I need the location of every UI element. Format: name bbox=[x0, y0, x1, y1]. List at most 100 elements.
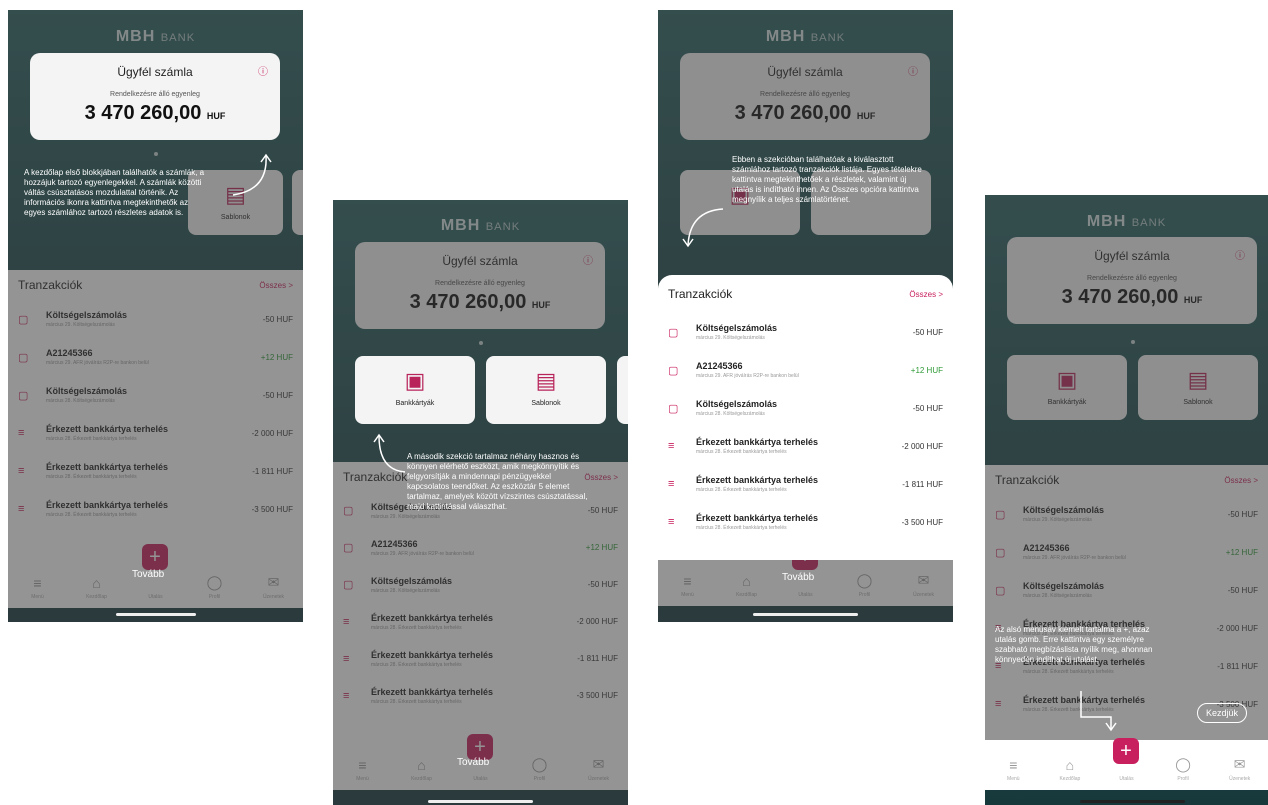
transaction-amount: -50 HUF bbox=[587, 580, 618, 589]
home-indicator bbox=[116, 613, 196, 616]
nav-item-profile[interactable]: ◯ Profil bbox=[1163, 756, 1203, 782]
transactions-header: Tranzakciók Összes > bbox=[8, 270, 303, 300]
transaction-row[interactable]: ≡ Érkezett bankkártya terhelés március 28.… bbox=[8, 414, 303, 452]
info-icon[interactable]: ⓘ bbox=[908, 63, 918, 78]
tile-bank-cards[interactable]: ▣ Bankkártyák bbox=[355, 356, 475, 424]
account-card[interactable]: ⓘ Ügyfél számla Rendelkezésre álló egyen… bbox=[30, 53, 280, 140]
profile-icon: ◯ bbox=[1175, 756, 1191, 772]
all-link[interactable]: Összes > bbox=[259, 281, 293, 290]
page-dot bbox=[479, 341, 483, 345]
messages-icon: ✉ bbox=[267, 574, 280, 590]
transaction-title: Érkezett bankkártya terhelés bbox=[46, 500, 169, 510]
nav-item-menu[interactable]: ≡ Menü bbox=[993, 757, 1033, 782]
tile-more[interactable] bbox=[617, 356, 628, 424]
transaction-title: Költségelszámolás bbox=[1023, 581, 1105, 591]
transaction-row[interactable]: ≡ Érkezett bankkártya terhelés március 28.… bbox=[658, 465, 953, 503]
transaction-row[interactable]: ▢ Költségelszámolás március 28. Költségels… bbox=[333, 566, 628, 603]
nav-item-profile[interactable]: ◯ Profil bbox=[520, 756, 560, 782]
transaction-row[interactable]: ▢ Költségelszámolás március 28. Költségels… bbox=[8, 376, 303, 414]
transaction-title: Költségelszámolás bbox=[696, 323, 778, 333]
transfer-fab[interactable]: + bbox=[142, 544, 168, 570]
nav-item-menu[interactable]: ≡ Menü bbox=[18, 575, 58, 600]
home-icon: ⌂ bbox=[92, 575, 101, 591]
transaction-title: Érkezett bankkártya terhelés bbox=[46, 424, 169, 434]
transaction-title: Érkezett bankkártya terhelés bbox=[371, 686, 494, 697]
transaction-amount: -2 000 HUF bbox=[1216, 623, 1258, 633]
transactions-panel: Tranzakciók Összes > ▢ Költségelszámolás má… bbox=[8, 270, 303, 570]
nav-item-home[interactable]: ⌂ Kezdőlap bbox=[402, 757, 442, 782]
home-icon: ⌂ bbox=[1065, 757, 1075, 773]
account-card[interactable]: ⓘ Ügyfél számla Rendelkezésre álló egyen… bbox=[1007, 237, 1257, 324]
transaction-row[interactable]: ▢ A21245366 március 29. AFR jóváírás R2P-r… bbox=[8, 338, 303, 376]
transaction-amount: +12 HUF bbox=[1225, 547, 1258, 557]
transaction-amount: -50 HUF bbox=[912, 327, 943, 337]
transaction-row[interactable]: ≡ Érkezett bankkártya terhelés március 28.… bbox=[8, 490, 303, 528]
nav-label: Kezdőlap bbox=[86, 594, 107, 600]
transaction-row[interactable]: ≡ Érkezett bankkártya terhelés március 28.… bbox=[658, 503, 953, 541]
messages-icon: ✉ bbox=[592, 756, 605, 772]
transaction-row[interactable]: ≡ Érkezett bankkártya terhelés március 28.… bbox=[333, 677, 628, 714]
transaction-row[interactable]: ▢ Költségelszámolás március 29. Költségels… bbox=[658, 313, 953, 351]
nav-item-home[interactable]: ⌂ Kezdőlap bbox=[77, 575, 117, 600]
account-card[interactable]: ⓘ Ügyfél számla Rendelkezésre álló egyen… bbox=[680, 53, 930, 140]
transaction-body: A21245366 március 29. AFR jóváírás R2P-re… bbox=[1023, 543, 1226, 561]
nav-item-profile[interactable]: ◯ Profil bbox=[195, 574, 235, 600]
card-charge-icon: ≡ bbox=[343, 615, 350, 628]
tile-templates[interactable]: ▤ Sablonok bbox=[486, 356, 606, 424]
start-button[interactable]: Kezdjük bbox=[1197, 703, 1248, 723]
info-icon[interactable]: ⓘ bbox=[583, 252, 593, 267]
transfer-fab[interactable]: + bbox=[1113, 738, 1139, 764]
hint-arrow bbox=[1080, 691, 1117, 732]
tile-bank-cards[interactable]: ▣ Bankkártyák bbox=[1007, 355, 1127, 420]
transaction-amount: -50 HUF bbox=[1227, 509, 1258, 519]
transaction-row[interactable]: ▢ A21245366 március 29. AFR jóváírás R2P-r… bbox=[658, 351, 953, 389]
transaction-row[interactable]: ≡ Érkezett bankkártya terhelés március 28.… bbox=[333, 603, 628, 640]
transaction-date: március 28. Érkezett bankkártya terhelés bbox=[696, 449, 787, 455]
tile-more[interactable] bbox=[292, 170, 303, 235]
account-card[interactable]: ⓘ Ügyfél számla Rendelkezésre álló egyen… bbox=[355, 242, 605, 329]
info-icon[interactable]: ⓘ bbox=[258, 63, 268, 78]
transaction-row[interactable]: ▢ Költségelszámolás március 29. Költségels… bbox=[985, 495, 1268, 533]
nav-item-home[interactable]: ⌂ Kezdőlap bbox=[727, 573, 767, 598]
info-icon[interactable]: ⓘ bbox=[1235, 247, 1245, 262]
transaction-row[interactable]: ▢ Költségelszámolás március 28. Költségels… bbox=[985, 571, 1268, 609]
transaction-date: március 28. Érkezett bankkártya terhelés bbox=[371, 698, 462, 705]
nav-item-profile[interactable]: ◯ Profil bbox=[845, 572, 885, 598]
transaction-title: Érkezett bankkártya terhelés bbox=[46, 462, 169, 472]
next-button[interactable]: Tovább bbox=[782, 572, 814, 583]
transaction-row[interactable]: ▢ A21245366 március 29. AFR jóváírás R2P-r… bbox=[333, 529, 628, 566]
tile-templates[interactable]: ▤ Sablonok bbox=[1138, 355, 1258, 420]
all-link[interactable]: Összes > bbox=[909, 290, 943, 299]
nav-item-menu[interactable]: ≡ Menü bbox=[668, 573, 708, 598]
transaction-row[interactable]: ≡ Érkezett bankkártya terhelés március 28.… bbox=[333, 640, 628, 677]
transaction-row[interactable]: ≡ Érkezett bankkártya terhelés március 28.… bbox=[658, 427, 953, 465]
transaction-title: Költségelszámolás bbox=[1023, 505, 1105, 515]
transaction-amount: -50 HUF bbox=[262, 390, 293, 400]
nav-item-messages[interactable]: ✉ Üzenetek bbox=[579, 756, 619, 782]
nav-item-messages[interactable]: ✉ Üzenetek bbox=[904, 572, 944, 598]
nav-item-menu[interactable]: ≡ Menü bbox=[343, 757, 383, 782]
transaction-title: Költségelszámolás bbox=[371, 575, 453, 586]
transaction-row[interactable]: ≡ Érkezett bankkártya terhelés március 28.… bbox=[8, 452, 303, 490]
cash-icon: ▢ bbox=[995, 584, 1006, 597]
transactions-panel: Tranzakciók Összes > ▢ Költségelszámolás má… bbox=[658, 275, 953, 560]
next-button[interactable]: Tovább bbox=[132, 569, 164, 580]
transaction-row[interactable]: ▢ Költségelszámolás március 29. Költségels… bbox=[8, 300, 303, 338]
nav-item-messages[interactable]: ✉ Üzenetek bbox=[254, 574, 294, 600]
home-icon: ⌂ bbox=[742, 573, 751, 589]
profile-icon: ◯ bbox=[206, 574, 223, 590]
nav-label: Menü bbox=[681, 592, 694, 598]
onboarding-screens: MBH BANK ⓘ Ügyfél számla Rendelkezésre á… bbox=[0, 0, 1268, 805]
nav-item-home[interactable]: ⌂ Kezdőlap bbox=[1050, 757, 1090, 782]
hint-step-2: A második szekció tartalmaz néhány haszn… bbox=[407, 452, 588, 511]
transaction-body: Érkezett bankkártya terhelés március 28. … bbox=[371, 650, 577, 668]
transaction-title: A21245366 bbox=[46, 348, 93, 358]
nav-item-messages[interactable]: ✉ Üzenetek bbox=[1220, 756, 1260, 782]
all-link[interactable]: Összes > bbox=[1224, 476, 1258, 485]
next-button[interactable]: Tovább bbox=[457, 757, 489, 768]
transaction-body: Érkezett bankkártya terhelés március 28. … bbox=[696, 475, 902, 493]
transaction-body: Költségelszámolás március 28. Költségelsz… bbox=[696, 399, 913, 417]
transaction-row[interactable]: ▢ Költségelszámolás március 28. Költségels… bbox=[658, 389, 953, 427]
transaction-row[interactable]: ▢ A21245366 március 29. AFR jóváírás R2P-r… bbox=[985, 533, 1268, 571]
transaction-amount: -50 HUF bbox=[1227, 585, 1258, 595]
